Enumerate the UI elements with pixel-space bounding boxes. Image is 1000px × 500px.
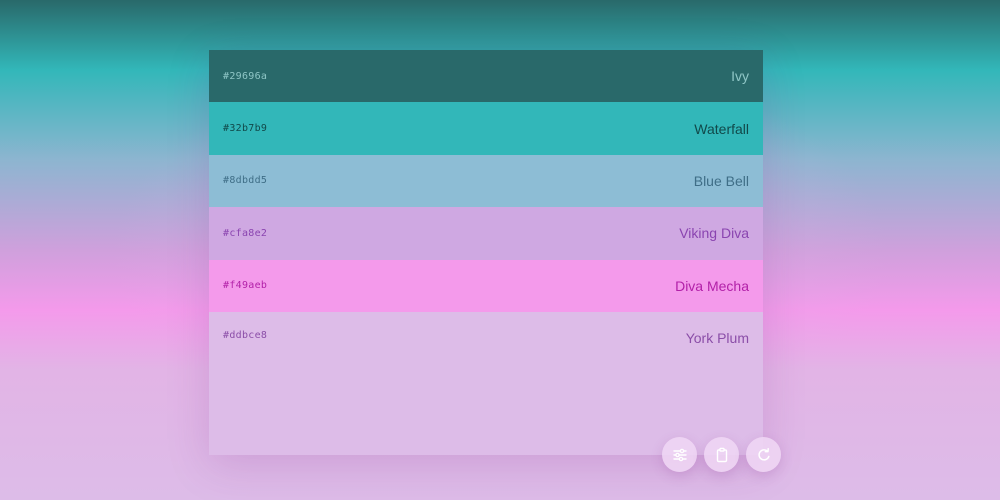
swatch-hex[interactable]: #29696a bbox=[223, 71, 267, 82]
color-palette: #29696a Ivy #32b7b9 Waterfall #8dbdd5 Bl… bbox=[209, 50, 763, 455]
action-buttons bbox=[662, 437, 781, 472]
swatch-hex[interactable]: #f49aeb bbox=[223, 280, 267, 291]
swatch-name: Ivy bbox=[731, 68, 749, 85]
swatch-name: Waterfall bbox=[694, 120, 749, 137]
swatch-name: Diva Mecha bbox=[675, 277, 749, 294]
swatch-name: Viking Diva bbox=[679, 225, 749, 242]
swatch-waterfall[interactable]: #32b7b9 Waterfall bbox=[209, 102, 763, 155]
swatch-name: York Plum bbox=[685, 329, 749, 346]
swatch-hex[interactable]: #32b7b9 bbox=[223, 123, 267, 134]
swatch-ivy[interactable]: #29696a Ivy bbox=[209, 50, 763, 103]
refresh-button[interactable] bbox=[746, 437, 781, 472]
swatch-hex[interactable]: #cfa8e2 bbox=[223, 228, 267, 239]
refresh-icon bbox=[757, 447, 770, 461]
swatch-hex[interactable]: #8dbdd5 bbox=[223, 175, 267, 186]
copy-button[interactable] bbox=[704, 437, 739, 472]
swatch-blue-bell[interactable]: #8dbdd5 Blue Bell bbox=[209, 154, 763, 208]
swatch-viking-diva[interactable]: #cfa8e2 Viking Diva bbox=[209, 207, 763, 260]
swatch-hex[interactable]: #ddbce8 bbox=[223, 330, 267, 341]
swatch-york-plum[interactable]: #ddbce8 York Plum bbox=[209, 311, 763, 455]
clipboard-icon bbox=[716, 447, 727, 462]
adjust-button[interactable] bbox=[662, 437, 697, 472]
swatch-name: Blue Bell bbox=[693, 172, 749, 189]
swatch-diva-mecha[interactable]: #f49aeb Diva Mecha bbox=[209, 259, 763, 312]
sliders-icon bbox=[672, 448, 687, 461]
